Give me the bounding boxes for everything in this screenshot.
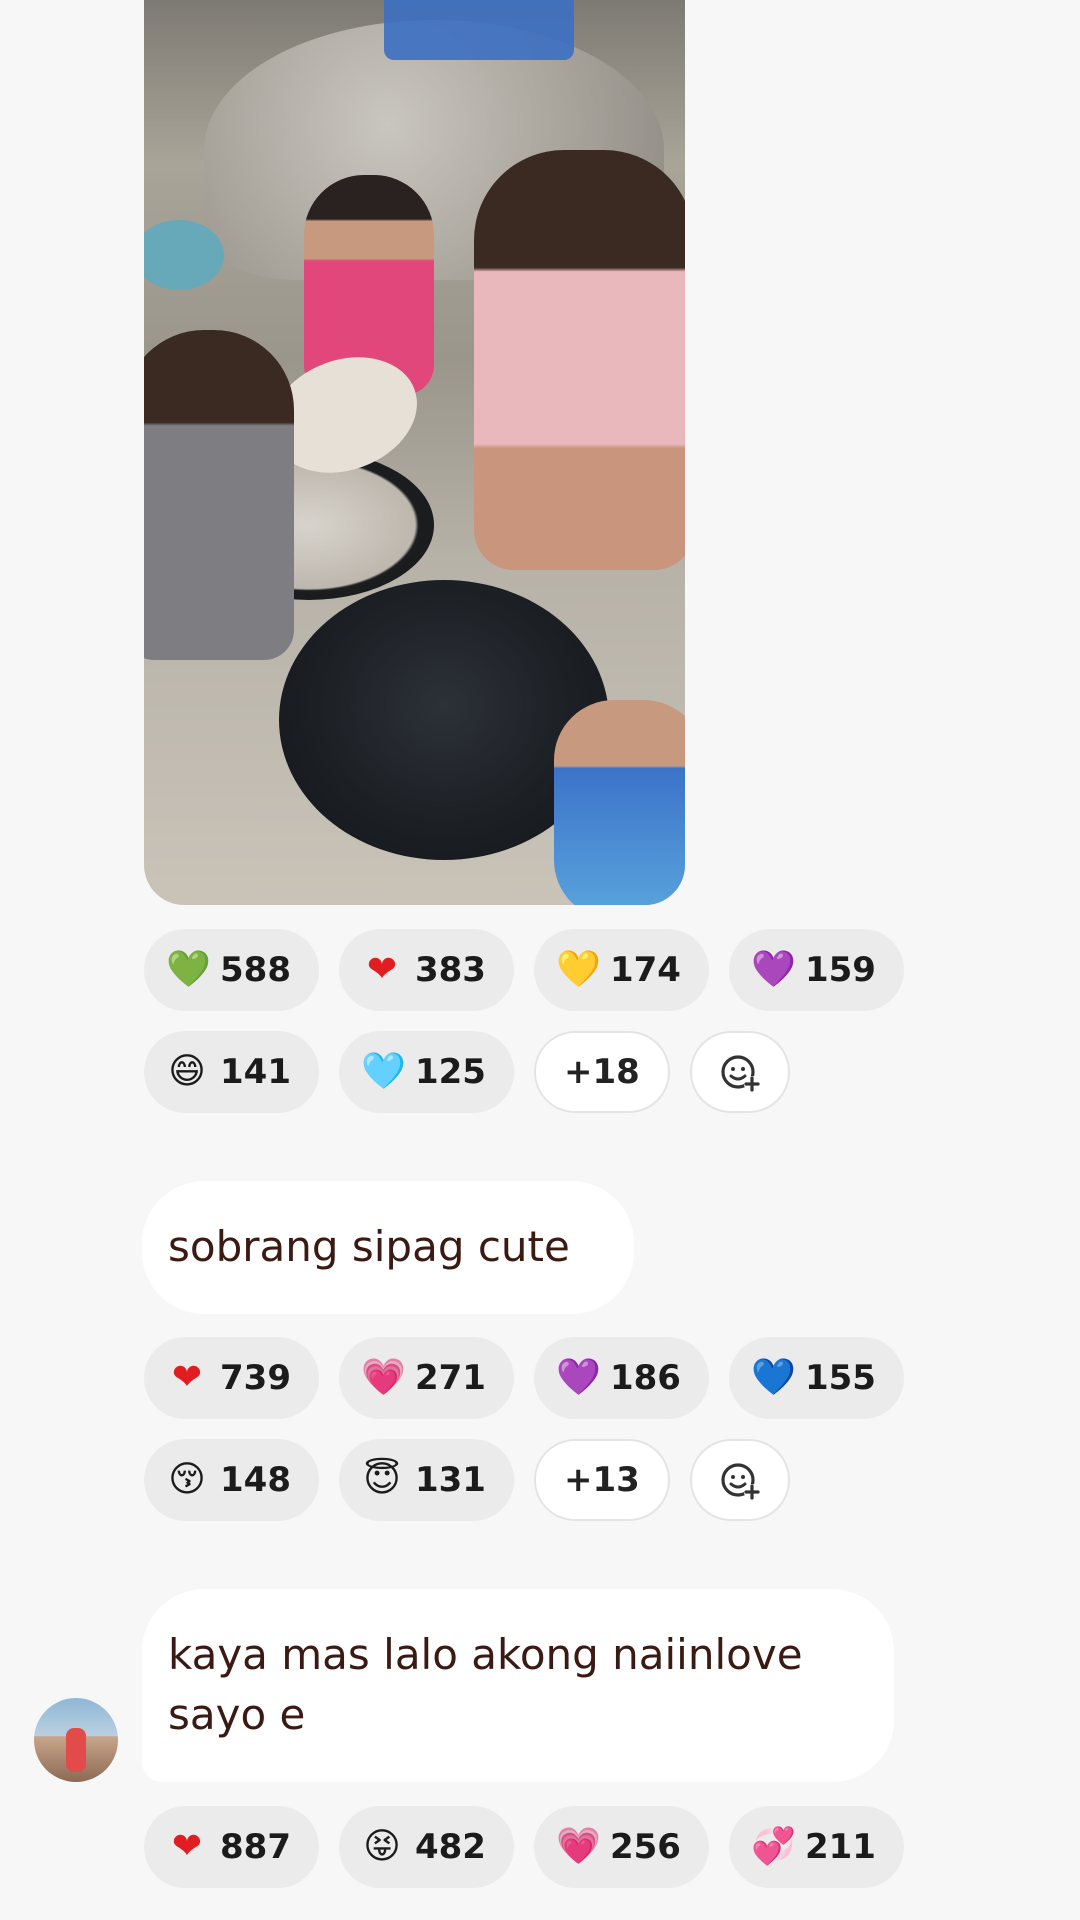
more-reactions-label: +18 [563, 1052, 640, 1092]
reaction-chip[interactable]: 😇 131 [338, 1439, 514, 1521]
reaction-chip[interactable]: ❤ 383 [338, 929, 514, 1011]
reaction-count: 125 [414, 1052, 486, 1092]
red-heart-icon: ❤ [171, 1357, 203, 1398]
reaction-chip[interactable]: 💚 588 [144, 929, 319, 1011]
reaction-count: 739 [220, 1358, 291, 1398]
hearts-icon: 💞 [750, 1826, 796, 1867]
photo-woman [474, 150, 685, 570]
reaction-count: 271 [414, 1358, 486, 1398]
reaction-count: 256 [609, 1827, 681, 1867]
shared-photo[interactable] [144, 0, 685, 905]
reaction-chip[interactable]: 💛 174 [533, 929, 709, 1011]
add-reaction-button[interactable] [689, 1031, 790, 1113]
photo-tarp [384, 0, 574, 60]
add-reaction-icon [721, 1463, 760, 1500]
blue-heart-icon: 💙 [750, 1357, 796, 1398]
reaction-chip[interactable]: ❤ 739 [144, 1337, 319, 1419]
red-heart-icon: ❤ [171, 1826, 203, 1867]
grinning-face-icon: 😄 [168, 1051, 206, 1092]
reaction-chip[interactable]: ❤ 887 [144, 1806, 319, 1888]
photo-boy [144, 330, 294, 660]
reaction-chip[interactable]: 💙 155 [728, 1337, 904, 1419]
photo-blue-bowl [144, 220, 224, 290]
squinting-tongue-face-icon: 😝 [363, 1826, 401, 1867]
light-blue-heart-icon: 🩵 [360, 1051, 406, 1092]
avatar-figure [66, 1728, 86, 1772]
reaction-count: 148 [220, 1460, 291, 1500]
message-bubble[interactable]: kaya mas lalo akong naiinlove sayo e [142, 1589, 894, 1782]
add-reaction-icon [721, 1055, 760, 1092]
reaction-chip[interactable]: 😚 148 [144, 1439, 319, 1521]
yellow-heart-icon: 💛 [555, 949, 601, 990]
purple-heart-icon: 💜 [750, 949, 796, 990]
reaction-count: 141 [220, 1052, 291, 1092]
reaction-chip[interactable]: 😝 482 [338, 1806, 514, 1888]
smiling-face-with-halo-icon: 😇 [363, 1459, 401, 1500]
purple-heart-icon: 💜 [555, 1357, 601, 1398]
avatar[interactable] [34, 1698, 118, 1782]
green-heart-icon: 💚 [166, 949, 211, 990]
growing-heart-icon: 💗 [555, 1826, 601, 1867]
reaction-row: 😄 141 🩵 125 +18 [144, 1031, 790, 1113]
reaction-count: 131 [414, 1460, 486, 1500]
more-reactions-label: +13 [563, 1460, 640, 1500]
reaction-chip[interactable]: 💗 271 [338, 1337, 514, 1419]
message-text-line: sayo e [168, 1690, 306, 1739]
photo-child [554, 700, 685, 905]
reaction-count: 887 [220, 1827, 291, 1867]
reaction-chip[interactable]: 💜 159 [728, 929, 904, 1011]
reaction-count: 588 [220, 950, 291, 990]
kissing-face-icon: 😚 [168, 1459, 206, 1500]
reaction-count: 186 [609, 1358, 681, 1398]
reaction-row: 😚 148 😇 131 +13 [144, 1439, 790, 1521]
reaction-count: 155 [804, 1358, 876, 1398]
growing-heart-icon: 💗 [360, 1357, 406, 1398]
reaction-chip[interactable]: 💗 256 [533, 1806, 709, 1888]
reaction-count: 159 [804, 950, 876, 990]
reaction-count: 211 [804, 1827, 876, 1867]
reaction-chip[interactable]: 💞 211 [728, 1806, 904, 1888]
reaction-row: 💚 588 ❤ 383 💛 174 💜 159 [144, 929, 904, 1011]
reaction-row: ❤ 739 💗 271 💜 186 💙 155 [144, 1337, 904, 1419]
reaction-row: ❤ 887 😝 482 💗 256 💞 211 [144, 1806, 904, 1888]
reaction-count: 174 [609, 950, 681, 990]
reaction-chip[interactable]: 🩵 125 [338, 1031, 514, 1113]
reaction-chip[interactable]: 💜 186 [533, 1337, 709, 1419]
message-text-line: kaya mas lalo akong naiinlove [168, 1630, 803, 1679]
reaction-chip[interactable]: 😄 141 [144, 1031, 319, 1113]
message-text: sobrang sipag cute [168, 1222, 570, 1271]
more-reactions-button[interactable]: +18 [533, 1031, 670, 1113]
reaction-count: 383 [414, 950, 486, 990]
more-reactions-button[interactable]: +13 [533, 1439, 670, 1521]
reaction-count: 482 [414, 1827, 486, 1867]
message-bubble[interactable]: sobrang sipag cute [142, 1181, 634, 1314]
red-heart-icon: ❤ [366, 949, 398, 990]
add-reaction-button[interactable] [689, 1439, 790, 1521]
